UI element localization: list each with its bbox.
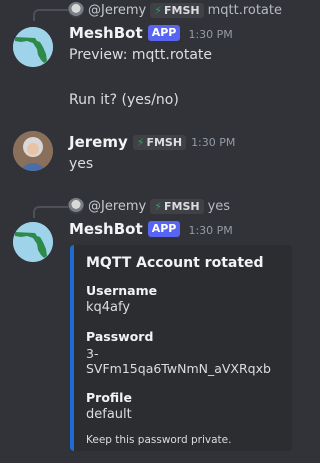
florida-map-icon <box>13 27 53 67</box>
author-name[interactable]: MeshBot <box>69 24 143 42</box>
message-text: Preview: mqtt.rotate <box>69 47 213 63</box>
reply-text: yes <box>207 198 231 214</box>
field-value: 3-SVFm15qa6TwNmN_aVXRqxb <box>86 346 271 376</box>
user-photo-icon <box>13 131 53 171</box>
avatar <box>68 198 84 214</box>
field-name: Profile <box>86 390 132 405</box>
field-value: default <box>86 407 132 422</box>
bolt-icon: ⚡ <box>154 3 162 17</box>
server-tag[interactable]: ⚡ FMSH <box>150 2 204 18</box>
reply-author[interactable]: @Jeremy <box>88 199 146 214</box>
reply-connector <box>33 206 69 218</box>
embed-title: MQTT Account rotated <box>86 255 264 271</box>
avatar[interactable] <box>13 27 53 67</box>
app-badge: APP <box>147 25 181 41</box>
avatar <box>68 2 84 18</box>
embed-footer: Keep this password private. <box>86 434 232 446</box>
server-tag[interactable]: ⚡ FMSH <box>150 198 204 214</box>
field-value: kq4afy <box>86 300 131 315</box>
timestamp: 1:30 PM <box>191 135 236 149</box>
timestamp: 1:30 PM <box>188 224 233 237</box>
message-text: Run it? (yes/no) <box>69 92 179 108</box>
reply-reference[interactable]: @Jeremy ⚡ FMSH mqtt.rotate <box>68 2 282 18</box>
bolt-icon: ⚡ <box>154 199 162 213</box>
message-text: yes <box>69 156 94 172</box>
timestamp: 1:30 PM <box>188 28 233 41</box>
server-tag[interactable]: ⚡ FMSH <box>132 134 187 150</box>
avatar[interactable] <box>13 131 53 171</box>
bolt-icon: ⚡ <box>136 135 145 149</box>
reply-connector <box>33 9 69 21</box>
avatar[interactable] <box>13 222 53 262</box>
field-name: Username <box>86 283 158 298</box>
embed-card: MQTT Account rotated Username kq4afy Pas… <box>70 245 292 451</box>
reply-text: mqtt.rotate <box>207 2 282 18</box>
author-name[interactable]: Jeremy <box>69 133 128 151</box>
florida-map-icon <box>13 222 53 262</box>
reply-author[interactable]: @Jeremy <box>88 3 146 18</box>
author-name[interactable]: MeshBot <box>69 220 143 238</box>
reply-reference[interactable]: @Jeremy ⚡ FMSH yes <box>68 198 230 214</box>
app-badge: APP <box>147 221 181 237</box>
field-name: Password <box>86 329 154 344</box>
